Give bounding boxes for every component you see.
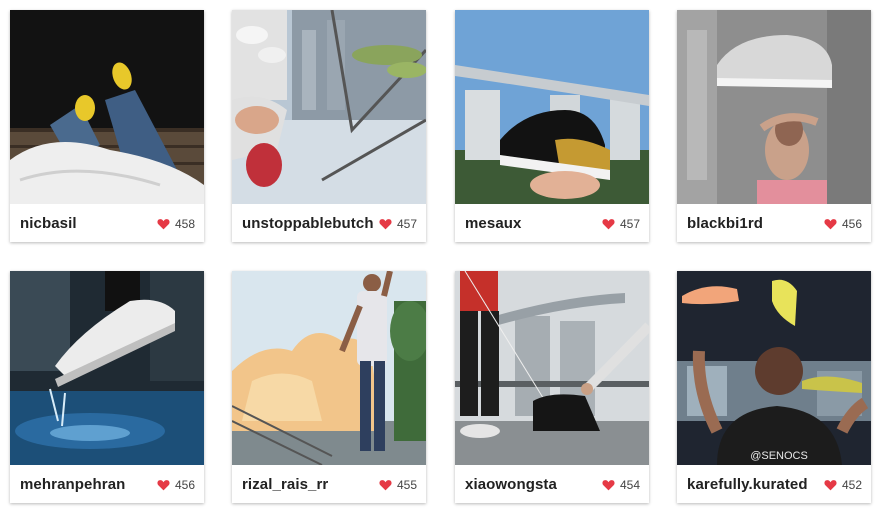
post-card[interactable]: mehranpehran 456 [10, 271, 204, 503]
post-meta: nicbasil 458 [10, 204, 204, 242]
post-username[interactable]: nicbasil [20, 215, 77, 232]
post-photo[interactable] [455, 10, 649, 204]
heart-icon[interactable] [602, 479, 615, 491]
post-photo[interactable] [677, 10, 871, 204]
like-counter[interactable]: 452 [824, 478, 862, 492]
post-username[interactable]: mesaux [465, 215, 521, 232]
post-card[interactable]: xiaowongsta 454 [455, 271, 649, 503]
like-count: 458 [174, 217, 195, 231]
post-card[interactable]: @SENOCS karefully.kurated 452 [677, 271, 871, 503]
like-counter[interactable]: 456 [824, 217, 862, 231]
post-username[interactable]: unstoppablebutch [242, 215, 374, 232]
like-count: 454 [619, 478, 640, 492]
sneaker-pulled-by-string-photo [455, 271, 649, 465]
post-photo[interactable] [10, 271, 204, 465]
like-counter[interactable]: 456 [157, 478, 195, 492]
post-card[interactable]: mesaux 457 [455, 10, 649, 242]
like-count: 456 [841, 217, 862, 231]
like-counter[interactable]: 455 [379, 478, 417, 492]
post-meta: unstoppablebutch 457 [232, 204, 426, 242]
heart-icon[interactable] [824, 218, 837, 230]
floating-grey-sneaker-photo [677, 10, 871, 204]
post-username[interactable]: mehranpehran [20, 476, 125, 493]
legs-yellow-sneakers-photo [10, 10, 204, 204]
post-card[interactable]: nicbasil 458 [10, 10, 204, 242]
post-username[interactable]: blackbi1rd [687, 215, 763, 232]
artscience-museum-man-photo [232, 271, 426, 465]
white-sneaker-water-splash-photo [10, 271, 204, 465]
post-username[interactable]: rizal_rais_rr [242, 476, 328, 493]
like-counter[interactable]: 457 [379, 217, 417, 231]
heart-icon[interactable] [602, 218, 615, 230]
post-username[interactable]: karefully.kurated [687, 476, 808, 493]
post-card[interactable]: blackbi1rd 456 [677, 10, 871, 242]
post-username[interactable]: xiaowongsta [465, 476, 557, 493]
heart-icon[interactable] [824, 479, 837, 491]
like-count: 455 [396, 478, 417, 492]
post-grid: nicbasil 458 unstoppablebutch 457 mesaux… [0, 0, 880, 513]
like-count: 456 [174, 478, 195, 492]
heart-icon[interactable] [157, 218, 170, 230]
reflection-railing-photo [232, 10, 426, 204]
post-card[interactable]: rizal_rais_rr 455 [232, 271, 426, 503]
post-meta: blackbi1rd 456 [677, 204, 871, 242]
post-meta: karefully.kurated 452 [677, 465, 871, 503]
post-meta: mesaux 457 [455, 204, 649, 242]
post-meta: xiaowongsta 454 [455, 465, 649, 503]
post-photo[interactable] [455, 271, 649, 465]
heart-icon[interactable] [379, 479, 392, 491]
heart-icon[interactable] [157, 479, 170, 491]
marina-bay-black-sneaker-photo [455, 10, 649, 204]
post-photo[interactable] [232, 271, 426, 465]
like-count: 457 [396, 217, 417, 231]
heart-icon[interactable] [379, 218, 392, 230]
svg-text:@SENOCS: @SENOCS [750, 450, 808, 462]
post-photo[interactable] [232, 10, 426, 204]
like-counter[interactable]: 457 [602, 217, 640, 231]
like-counter[interactable]: 458 [157, 217, 195, 231]
like-counter[interactable]: 454 [602, 478, 640, 492]
post-photo[interactable]: @SENOCS [677, 271, 871, 465]
post-meta: mehranpehran 456 [10, 465, 204, 503]
like-count: 457 [619, 217, 640, 231]
like-count: 452 [841, 478, 862, 492]
post-photo[interactable] [10, 10, 204, 204]
post-card[interactable]: unstoppablebutch 457 [232, 10, 426, 242]
post-meta: rizal_rais_rr 455 [232, 465, 426, 503]
juggling-sneakers-senocs-photo: @SENOCS [677, 271, 871, 465]
